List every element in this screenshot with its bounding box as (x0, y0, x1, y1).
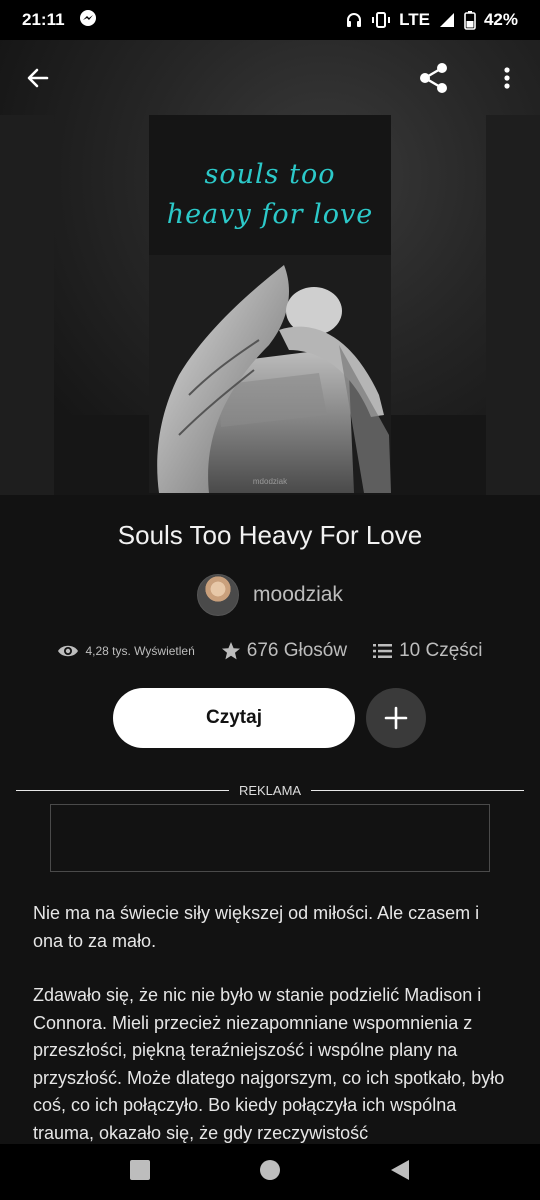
backdrop-stripe-right (486, 115, 540, 495)
share-icon (420, 63, 447, 93)
description-paragraph: Nie ma na świecie siły większej od miłoś… (33, 903, 480, 951)
headphones-icon (345, 11, 363, 29)
ad-divider-right (311, 790, 525, 791)
read-button[interactable]: Czytaj (113, 688, 355, 748)
status-bar: 21:11 LTE 42% (0, 0, 540, 40)
eye-icon (58, 645, 79, 657)
description-paragraph: Zdawało się, że nic nie było w stanie po… (33, 985, 505, 1143)
share-button[interactable] (410, 54, 458, 102)
back-triangle-icon (391, 1159, 409, 1180)
author-name[interactable]: moodziak (253, 583, 343, 607)
ad-label: REKLAMA (238, 783, 302, 798)
reads-stat: 4,28 tys. Wyświetleń (57, 643, 195, 659)
status-time: 21:11 (22, 10, 65, 29)
system-navigation-bar (0, 1144, 540, 1200)
backdrop-stripe-left (0, 115, 54, 495)
story-description: Nie ma na świecie siły większej od miłoś… (33, 900, 508, 1145)
parts-count: 10 Części (399, 640, 483, 661)
ad-divider-left (16, 790, 229, 791)
votes-stat: 676 Głosów (221, 640, 347, 662)
messenger-icon (79, 9, 97, 32)
network-type: LTE (399, 10, 430, 29)
top-app-bar (0, 40, 540, 116)
home-button[interactable] (259, 1159, 281, 1186)
add-to-library-button[interactable] (366, 688, 426, 748)
story-stats: 4,28 tys. Wyświetleń 676 Głosów 10 Częśc… (0, 640, 540, 662)
list-icon (373, 644, 393, 658)
battery-icon (464, 10, 476, 30)
home-circle-icon (260, 1159, 280, 1180)
more-options-button[interactable] (483, 54, 531, 102)
author-avatar[interactable] (197, 574, 240, 616)
vibrate-icon (371, 11, 391, 29)
recents-square-icon (130, 1159, 150, 1180)
cover-title-line1: souls too (204, 159, 336, 190)
back-button[interactable] (14, 54, 62, 102)
arrow-left-icon (27, 68, 49, 88)
story-cover[interactable]: souls too heavy for love mdodziak (149, 115, 391, 493)
signal-icon (438, 11, 456, 29)
more-vertical-icon (504, 67, 510, 89)
description-viewport: Nie ma na świecie siły większej od miłoś… (0, 890, 540, 1145)
recents-button[interactable] (129, 1159, 151, 1186)
ad-slot[interactable] (50, 804, 490, 872)
star-icon (221, 642, 240, 660)
plus-icon (384, 706, 408, 730)
battery-percent: 42% (483, 10, 518, 29)
votes-count: 676 Głosów (246, 640, 348, 661)
reads-count: 4,28 tys. Wyświetleń (85, 644, 195, 658)
system-back-button[interactable] (389, 1159, 411, 1186)
ad-label-row: REKLAMA (16, 783, 525, 798)
cover-watermark: mdodziak (252, 477, 288, 486)
cover-title-line2: heavy for love (166, 199, 374, 230)
story-actions: Czytaj (0, 688, 540, 748)
parts-stat: 10 Części (373, 640, 483, 662)
story-title: Souls Too Heavy For Love (117, 520, 423, 550)
author-row[interactable]: moodziak (0, 574, 540, 616)
